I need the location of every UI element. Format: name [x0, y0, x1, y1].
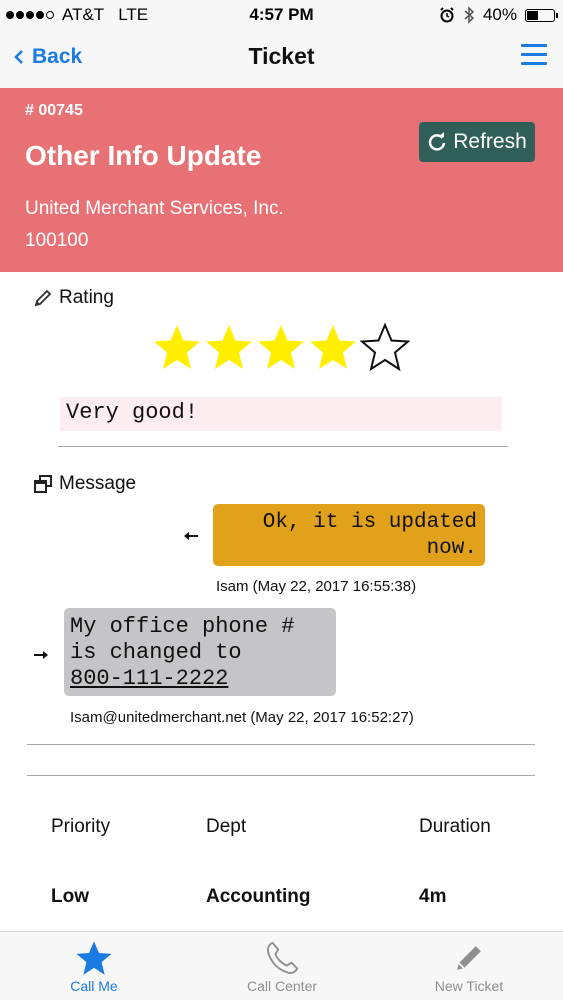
ticket-header: # 00745 Other Info Update United Merchan… [0, 88, 563, 272]
star-filled-icon[interactable] [308, 322, 358, 372]
dept-label: Dept [206, 816, 247, 837]
star-filled-icon[interactable] [204, 322, 254, 372]
tab-bar: Call Me Call Center New Ticket [0, 931, 563, 1000]
page-title: Ticket [248, 43, 315, 69]
message-bubble-incoming: My office phone # is changed to 800-111-… [64, 608, 336, 696]
star-filled-icon[interactable] [152, 322, 202, 372]
message-divider [27, 744, 535, 745]
battery-icon [525, 8, 558, 22]
tab-new-ticket[interactable]: New Ticket [399, 938, 539, 994]
rating-heading: Rating [33, 287, 114, 309]
rating-label: Rating [59, 287, 114, 308]
navigation-bar: Back Ticket [0, 30, 563, 89]
status-right: 40% [439, 5, 558, 25]
tab-call-center[interactable]: Call Center [212, 938, 352, 994]
company-name: United Merchant Services, Inc. [25, 198, 284, 219]
ticket-title: Other Info Update [25, 140, 262, 171]
message-line: My office phone # [70, 614, 295, 639]
tab-label: Call Center [246, 978, 318, 994]
refresh-button[interactable]: Refresh [419, 122, 535, 162]
rating-divider [58, 446, 508, 447]
bluetooth-icon [464, 6, 475, 24]
status-bar: AT&T LTE 4:57 PM 40% [0, 0, 563, 30]
message-line: is changed to [70, 640, 242, 665]
message-meta: Isam (May 22, 2017 16:55:38) [216, 578, 417, 595]
message-meta: Isam@unitedmerchant.net (May 22, 2017 16… [70, 709, 414, 726]
duration-value: 4m [419, 886, 447, 907]
message-heading: Message [33, 473, 136, 495]
arrow-right-icon [34, 651, 48, 659]
company-id: 100100 [25, 230, 89, 251]
phone-link[interactable]: 800-111-2222 [70, 666, 330, 692]
priority-label: Priority [51, 816, 111, 837]
refresh-icon [429, 132, 446, 151]
tab-label: New Ticket [434, 978, 504, 994]
info-divider [27, 775, 535, 776]
dept-value: Accounting [206, 886, 311, 907]
duration-label: Duration [419, 816, 491, 837]
window-icon [34, 475, 52, 493]
message-label: Message [59, 473, 137, 494]
tab-call-me[interactable]: Call Me [24, 938, 164, 994]
star-empty-icon[interactable] [360, 322, 410, 372]
pencil-icon [457, 946, 481, 970]
star-rating[interactable] [152, 322, 410, 372]
rating-comment: Very good! [60, 397, 502, 431]
arrow-left-icon [184, 532, 198, 540]
ticket-number: # 00745 [25, 102, 83, 119]
star-filled-icon[interactable] [256, 322, 306, 372]
message-bubble-outgoing: Ok, it is updated now. [213, 504, 485, 566]
alarm-icon [440, 7, 454, 23]
pencil-icon [34, 289, 52, 307]
star-icon [76, 941, 112, 975]
tab-label: Call Me [70, 978, 118, 994]
battery-percent: 40% [482, 5, 517, 24]
phone-icon [267, 941, 299, 974]
priority-value: Low [51, 886, 89, 907]
menu-icon[interactable] [521, 44, 547, 66]
refresh-label: Refresh [453, 130, 527, 153]
